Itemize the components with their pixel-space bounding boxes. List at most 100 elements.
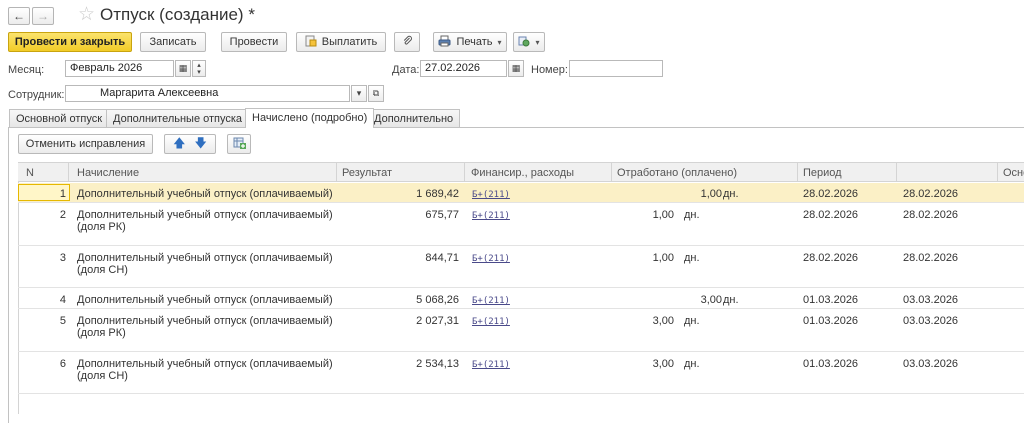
move-down-icon[interactable]: 🡇 — [195, 134, 207, 155]
number-label: Номер: — [531, 64, 568, 76]
employee-open-button[interactable]: ⧉ — [368, 85, 384, 102]
tab-main-vacation[interactable]: Основной отпуск — [9, 109, 110, 128]
table-row[interactable]: 5 Дополнительный учебный отпуск (оплачив… — [18, 310, 1024, 352]
worked-unit: дн. — [684, 315, 700, 327]
col-accrual[interactable]: Начисление — [77, 167, 139, 179]
date-calendar-button[interactable]: ▦ — [508, 60, 524, 77]
calendar-button[interactable]: ▦ — [175, 60, 191, 77]
accrual-name: Дополнительный учебный отпуск (оплачивае… — [77, 315, 333, 339]
finance-link[interactable]: Б+(211) — [472, 189, 510, 201]
cancel-corrections-button[interactable]: Отменить исправления — [18, 134, 153, 154]
back-button[interactable]: ← — [8, 7, 30, 25]
forward-button[interactable]: → — [32, 7, 54, 25]
employee-dropdown-button[interactable]: ▾ — [351, 85, 367, 102]
accrual-name: Дополнительный учебный отпуск (оплачивае… — [77, 209, 333, 233]
date-field[interactable]: 27.02.2026 — [420, 60, 507, 77]
accrual-name: Дополнительный учебный отпуск (оплачивае… — [77, 358, 333, 382]
col-basis[interactable]: Осно — [1003, 167, 1024, 179]
result-value: 1 689,42 — [416, 188, 459, 200]
table-row[interactable]: 1 Дополнительный учебный отпуск (оплачив… — [18, 183, 1024, 203]
chevron-down-icon: ▾ — [356, 88, 362, 98]
page-title: Отпуск (создание) * — [100, 5, 255, 24]
save-label: Записать — [149, 36, 197, 48]
month-spin-button[interactable]: ▴ ▾ — [192, 60, 206, 77]
period-start: 01.03.2026 — [803, 358, 859, 370]
pay-document-icon — [305, 35, 317, 50]
worked-unit: дн. — [723, 294, 739, 306]
cancel-corrections-label: Отменить исправления — [25, 138, 146, 150]
worked-value: 1,00 — [652, 209, 674, 221]
favorite-star-icon[interactable]: ☆ — [78, 3, 95, 26]
post-and-close-button[interactable]: Провести и закрыть — [8, 32, 132, 52]
table-row[interactable]: 2 Дополнительный учебный отпуск (оплачив… — [18, 204, 1024, 246]
table-row[interactable]: 4 Дополнительный учебный отпуск (оплачив… — [18, 289, 1024, 309]
result-value: 844,71 — [425, 252, 459, 264]
col-worked[interactable]: Отработано (оплачено) — [617, 167, 737, 179]
print-label: Печать — [456, 36, 493, 48]
result-value: 675,77 — [425, 209, 459, 221]
period-end: 28.02.2026 — [903, 188, 959, 200]
finance-link[interactable]: Б+(211) — [472, 359, 510, 371]
arrow-left-icon: ← — [13, 9, 25, 23]
tab-accrued-detailed[interactable]: Начислено (подробно) — [245, 108, 375, 128]
move-up-icon[interactable]: 🡅 — [173, 134, 185, 155]
tab-additional[interactable]: Дополнительно — [367, 109, 461, 128]
spin-down-icon: ▾ — [197, 68, 201, 76]
period-start: 28.02.2026 — [803, 252, 859, 264]
row-number: 5 — [59, 315, 66, 327]
pay-button[interactable]: Выплатить — [296, 32, 386, 52]
table-header: N Начисление Результат Финансир., расход… — [18, 162, 1024, 182]
finance-link[interactable]: Б+(211) — [472, 210, 510, 222]
printer-icon — [438, 35, 451, 50]
period-start: 28.02.2026 — [803, 188, 859, 200]
related-documents-icon — [518, 35, 530, 50]
worked-unit: дн. — [684, 252, 700, 264]
period-end: 03.03.2026 — [903, 315, 959, 327]
post-and-close-label: Провести и закрыть — [14, 36, 126, 48]
col-result[interactable]: Результат — [342, 167, 392, 179]
add-row-button[interactable] — [227, 134, 251, 154]
worked-unit: дн. — [684, 209, 700, 221]
row-number: 1 — [59, 188, 66, 200]
arrow-right-icon: → — [37, 9, 49, 23]
accrual-name: Дополнительный учебный отпуск (оплачивае… — [77, 252, 333, 276]
number-field[interactable] — [569, 60, 663, 77]
worked-value: 1,00 — [700, 188, 722, 200]
col-n[interactable]: N — [26, 167, 34, 179]
finance-link[interactable]: Б+(211) — [472, 295, 510, 307]
col-period[interactable]: Период — [803, 167, 842, 179]
pay-label: Выплатить — [321, 36, 378, 48]
month-field[interactable]: Февраль 2026 — [65, 60, 174, 77]
worked-unit: дн. — [723, 188, 739, 200]
employee-label: Сотрудник: — [8, 89, 65, 101]
worked-value: 1,00 — [652, 252, 674, 264]
table-add-icon — [233, 137, 246, 152]
month-label: Месяц: — [8, 64, 45, 76]
spin-up-icon: ▴ — [197, 61, 201, 69]
table-row[interactable]: 3 Дополнительный учебный отпуск (оплачив… — [18, 247, 1024, 288]
move-buttons: 🡅 🡇 — [164, 134, 216, 154]
worked-value: 3,00 — [652, 315, 674, 327]
employee-field[interactable]: Маргарита Алексеевна — [65, 85, 350, 102]
period-end: 28.02.2026 — [903, 209, 959, 221]
tab-additional-vacations[interactable]: Дополнительные отпуска — [106, 109, 250, 128]
chevron-down-icon: ▾ — [497, 37, 502, 47]
finance-link[interactable]: Б+(211) — [472, 316, 510, 328]
accrual-name: Дополнительный учебный отпуск (оплачивае… — [77, 188, 333, 200]
table-row[interactable]: 6 Дополнительный учебный отпуск (оплачив… — [18, 353, 1024, 394]
post-button[interactable]: Провести — [221, 32, 287, 52]
result-value: 2 534,13 — [416, 358, 459, 370]
worked-value: 3,00 — [700, 294, 722, 306]
period-end: 03.03.2026 — [903, 294, 959, 306]
paperclip-icon — [402, 35, 413, 49]
period-start: 01.03.2026 — [803, 315, 859, 327]
attach-button[interactable] — [394, 32, 420, 52]
col-finance[interactable]: Финансир., расходы — [471, 167, 574, 179]
finance-link[interactable]: Б+(211) — [472, 253, 510, 265]
worked-value: 3,00 — [652, 358, 674, 370]
accrual-name: Дополнительный учебный отпуск (оплачивае… — [77, 294, 333, 306]
print-button[interactable]: Печать ▾ — [433, 32, 507, 52]
save-button[interactable]: Записать — [140, 32, 206, 52]
more-actions-button[interactable]: ▾ — [513, 32, 545, 52]
period-end: 28.02.2026 — [903, 252, 959, 264]
